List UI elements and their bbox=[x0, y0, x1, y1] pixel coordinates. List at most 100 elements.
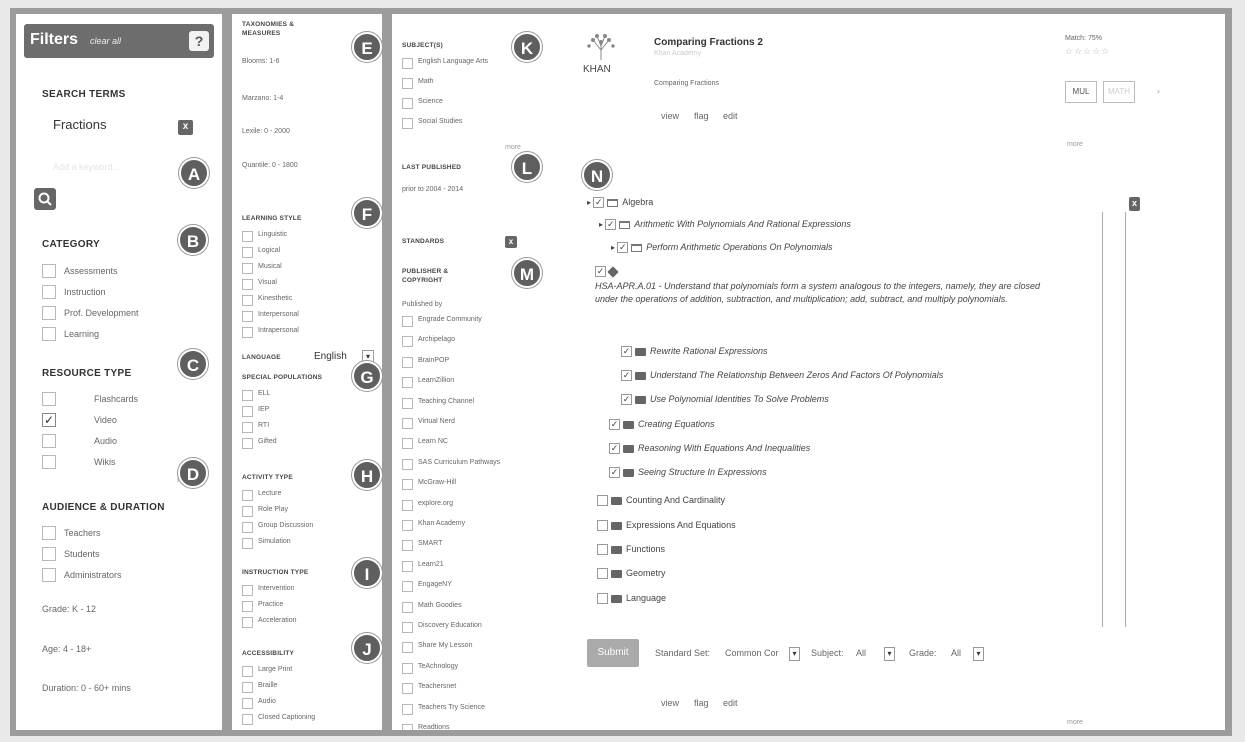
checkbox[interactable] bbox=[42, 392, 56, 406]
checkbox[interactable] bbox=[242, 506, 253, 517]
checkbox[interactable] bbox=[242, 714, 253, 725]
checkbox[interactable] bbox=[42, 547, 56, 561]
checkbox[interactable] bbox=[402, 703, 413, 715]
checkbox[interactable] bbox=[402, 336, 413, 348]
checkbox[interactable]: ✓ bbox=[42, 413, 56, 427]
checkbox[interactable] bbox=[402, 356, 413, 368]
chip-mul[interactable]: MUL bbox=[1065, 81, 1097, 103]
checkbox[interactable] bbox=[402, 601, 413, 613]
clear-all-link[interactable]: clear all bbox=[90, 36, 121, 46]
tree-item[interactable]: ▸ ✓ Perform Arithmetic Operations On Poly… bbox=[611, 242, 832, 260]
tree-item[interactable]: ▸ ✓ Algebra bbox=[587, 197, 653, 215]
tree-item[interactable]: ✓ Creating Equations bbox=[609, 419, 715, 437]
checkbox[interactable] bbox=[402, 397, 413, 409]
checkbox[interactable] bbox=[402, 458, 413, 470]
checkbox[interactable] bbox=[402, 98, 413, 109]
checkbox[interactable] bbox=[402, 58, 413, 69]
quantile-range[interactable]: Quantile: 0 - 1800 bbox=[242, 162, 298, 169]
result-more-link[interactable]: more bbox=[1067, 141, 1083, 148]
checkbox[interactable] bbox=[242, 438, 253, 449]
search-button[interactable] bbox=[34, 188, 56, 210]
chevron-right-icon[interactable]: › bbox=[1157, 86, 1160, 96]
edit-link[interactable]: edit bbox=[723, 111, 738, 121]
checkbox[interactable] bbox=[242, 522, 253, 533]
checkbox[interactable] bbox=[42, 434, 56, 448]
tree-checkbox[interactable] bbox=[597, 495, 608, 507]
tree-item[interactable]: Functions bbox=[597, 544, 665, 562]
checkbox[interactable] bbox=[402, 118, 413, 129]
checkbox[interactable] bbox=[242, 231, 253, 242]
checkbox[interactable] bbox=[402, 418, 413, 429]
tree-item[interactable]: Geometry bbox=[597, 568, 666, 586]
checkbox[interactable] bbox=[402, 724, 413, 730]
checkbox[interactable] bbox=[42, 526, 56, 540]
language-select[interactable]: English bbox=[314, 351, 347, 362]
tree-checkbox[interactable]: ✓ bbox=[593, 197, 605, 209]
checkbox[interactable] bbox=[402, 662, 413, 674]
bottom-flag-link[interactable]: flag bbox=[694, 698, 709, 708]
last-published-range[interactable]: prior to 2004 - 2014 bbox=[402, 186, 463, 193]
tree-item[interactable]: ✓ Understand The Relationship Between Zer… bbox=[621, 370, 943, 388]
standard-set-select[interactable]: Common Cor bbox=[725, 648, 779, 658]
checkbox[interactable] bbox=[242, 406, 253, 417]
result-title[interactable]: Comparing Fractions 2 bbox=[654, 37, 763, 48]
duration-range[interactable]: Duration: 0 - 60+ mins bbox=[42, 683, 131, 693]
blooms-range[interactable]: Blooms: 1-6 bbox=[242, 58, 279, 65]
checkbox[interactable] bbox=[242, 490, 253, 501]
tree-checkbox[interactable] bbox=[597, 544, 608, 556]
standard-set-dropdown-icon[interactable]: ▾ bbox=[789, 647, 800, 661]
view-link[interactable]: view bbox=[661, 111, 679, 121]
checkbox[interactable] bbox=[242, 698, 253, 709]
tree-item[interactable]: ✓ Use Polynomial Identities To Solve Prob… bbox=[621, 394, 829, 412]
tree-checkbox[interactable]: ✓ bbox=[621, 346, 632, 358]
checkbox[interactable] bbox=[42, 568, 56, 582]
search-input[interactable]: Add a keyword... bbox=[53, 162, 120, 172]
tree-checkbox[interactable]: ✓ bbox=[595, 266, 606, 278]
checkbox[interactable] bbox=[402, 520, 413, 531]
checkbox[interactable] bbox=[242, 585, 253, 596]
tree-item[interactable]: ✓ Rewrite Rational Expressions bbox=[621, 346, 768, 364]
checkbox[interactable] bbox=[242, 311, 253, 322]
checkbox[interactable] bbox=[402, 683, 413, 695]
tree-checkbox[interactable]: ✓ bbox=[617, 242, 629, 254]
grade-dropdown-icon[interactable]: ▾ bbox=[973, 647, 984, 661]
checkbox[interactable] bbox=[402, 581, 413, 593]
tree-item[interactable]: ✓ Reasoning With Equations And Inequaliti… bbox=[609, 443, 810, 461]
tree-item[interactable]: Language bbox=[597, 593, 666, 611]
tree-checkbox[interactable]: ✓ bbox=[609, 443, 620, 455]
tree-scroll-track[interactable] bbox=[1102, 212, 1103, 627]
checkbox[interactable] bbox=[242, 601, 253, 612]
checkbox[interactable] bbox=[242, 617, 253, 628]
checkbox[interactable] bbox=[42, 306, 56, 320]
remove-search-term-button[interactable]: x bbox=[178, 120, 193, 135]
checkbox[interactable] bbox=[242, 247, 253, 258]
rating-stars[interactable]: ☆☆☆☆☆ bbox=[1065, 46, 1110, 57]
checkbox[interactable] bbox=[42, 285, 56, 299]
tree-checkbox[interactable] bbox=[597, 593, 608, 605]
checkbox[interactable] bbox=[242, 682, 253, 693]
tree-item[interactable]: Counting And Cardinality bbox=[597, 495, 725, 513]
checkbox[interactable] bbox=[42, 264, 56, 278]
checkbox[interactable] bbox=[402, 438, 413, 450]
bottom-edit-link[interactable]: edit bbox=[723, 698, 738, 708]
tree-item[interactable]: ✓ HSA-APR.A.01 - Understand that polynomi… bbox=[595, 265, 1055, 304]
flag-link[interactable]: flag bbox=[694, 111, 709, 121]
lexile-range[interactable]: Lexile: 0 - 2000 bbox=[242, 128, 290, 135]
checkbox[interactable] bbox=[402, 78, 413, 89]
checkbox[interactable] bbox=[242, 422, 253, 433]
help-button[interactable]: ? bbox=[189, 31, 209, 51]
tree-checkbox[interactable]: ✓ bbox=[609, 419, 620, 431]
checkbox[interactable] bbox=[242, 666, 253, 677]
grade-select[interactable]: All bbox=[951, 648, 961, 658]
checkbox[interactable] bbox=[402, 499, 413, 511]
marzano-range[interactable]: Marzano: 1-4 bbox=[242, 95, 283, 102]
checkbox[interactable] bbox=[242, 538, 253, 549]
checkbox[interactable] bbox=[402, 642, 413, 654]
checkbox[interactable] bbox=[402, 377, 413, 389]
bottom-more-link[interactable]: more bbox=[1067, 719, 1083, 726]
grade-range[interactable]: Grade: K - 12 bbox=[42, 604, 96, 614]
submit-button[interactable]: Submit bbox=[587, 639, 639, 667]
subjects-more-link[interactable]: more bbox=[505, 144, 521, 151]
checkbox[interactable] bbox=[42, 327, 56, 341]
checkbox[interactable] bbox=[242, 327, 253, 338]
